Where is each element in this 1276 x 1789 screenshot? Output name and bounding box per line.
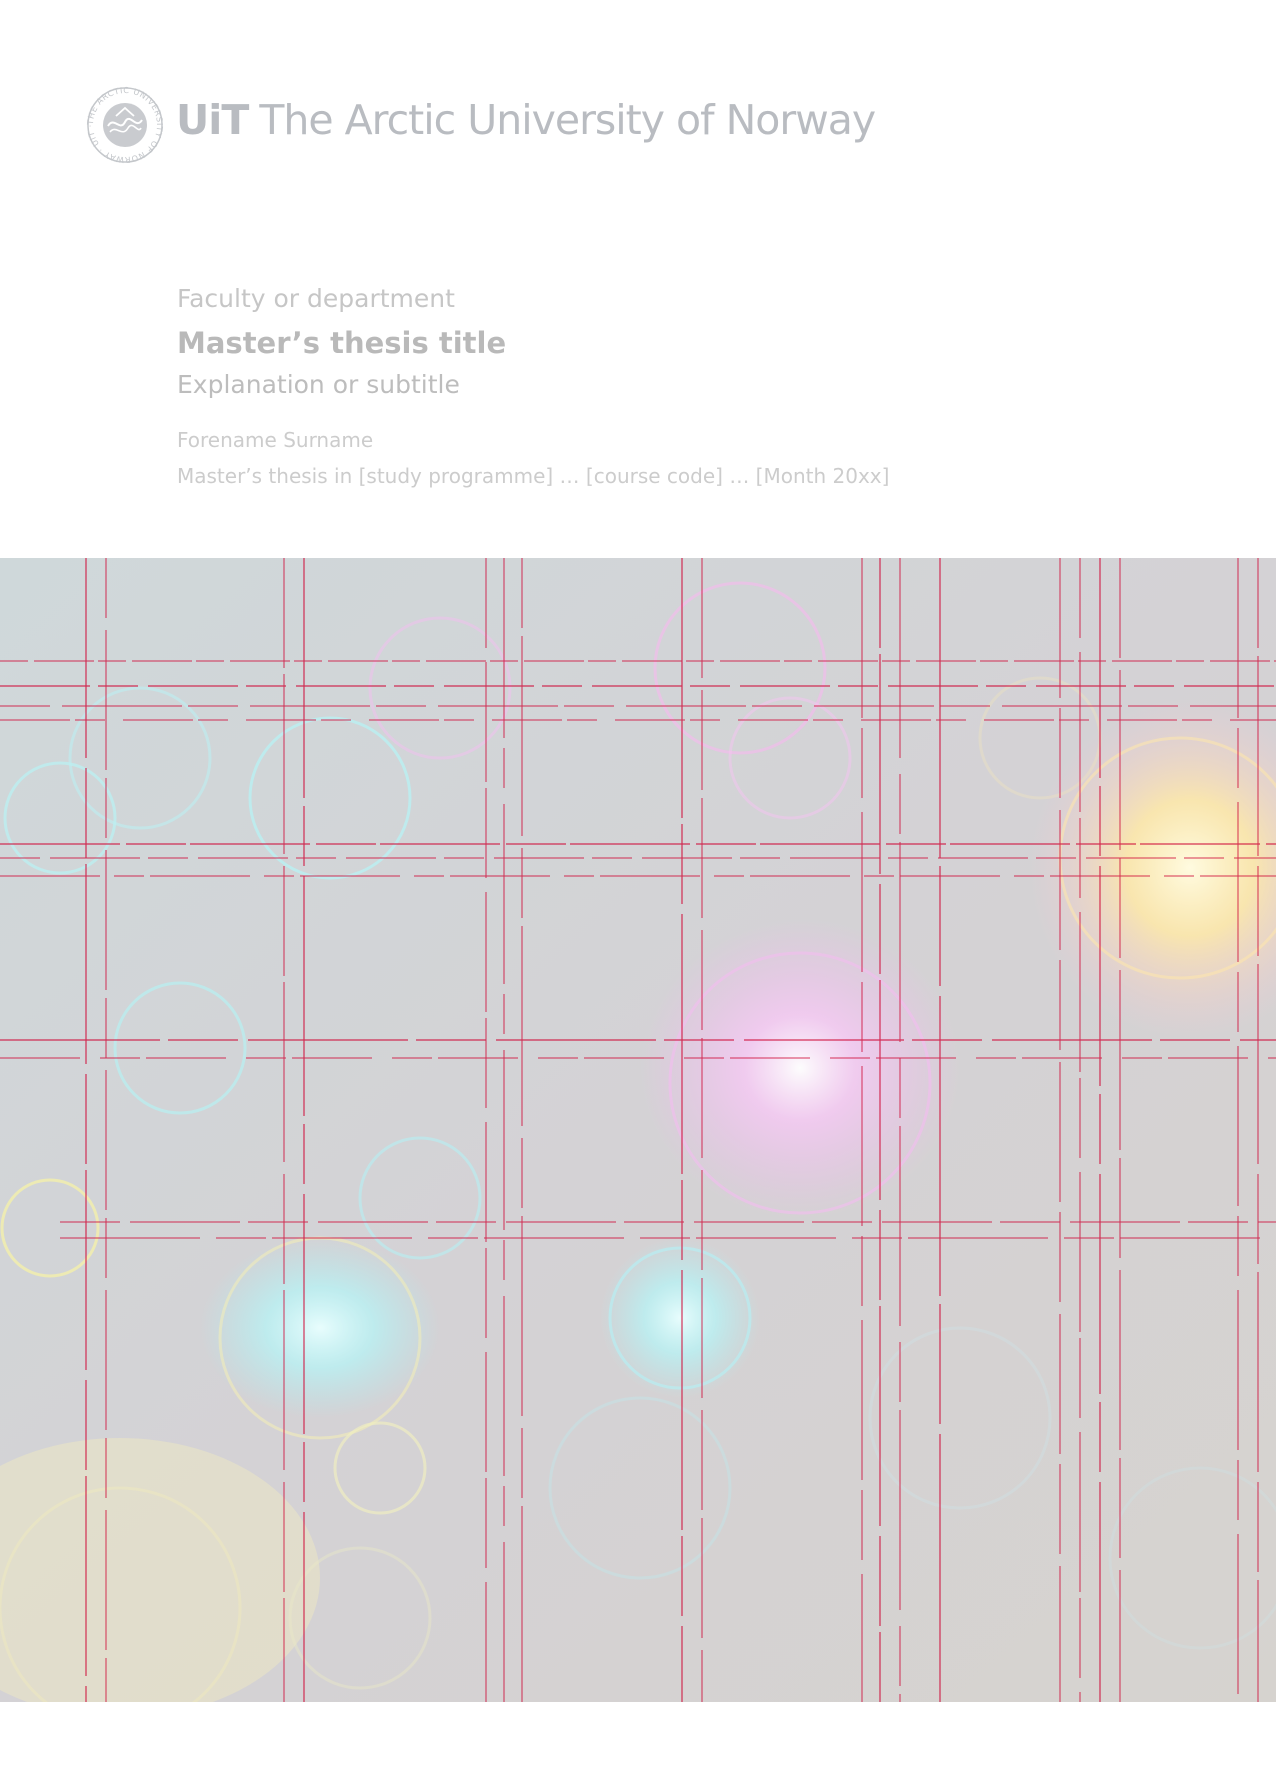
programme-line: Master’s thesis in [study programme] … [… — [177, 464, 890, 488]
university-wordmark: UiT The Arctic University of Norway — [176, 96, 876, 144]
cover-bokeh-image — [0, 558, 1276, 1702]
wordmark-uit: UiT — [176, 96, 249, 144]
cyan-glow-small — [600, 1238, 760, 1398]
thesis-cover-page: THE ARCTIC UNIVERSITY OF NORWAY · UiT · … — [0, 0, 1276, 1789]
uit-seal-logo: THE ARCTIC UNIVERSITY OF NORWAY · UiT · — [86, 86, 164, 164]
bokeh-illustration — [0, 558, 1276, 1702]
magenta-glow — [640, 918, 960, 1218]
thesis-title: Master’s thesis title — [177, 326, 507, 360]
wordmark-name: The Arctic University of Norway — [259, 96, 876, 144]
faculty-text: Faculty or department — [177, 284, 455, 313]
author-name: Forename Surname — [177, 428, 374, 452]
thesis-subtitle: Explanation or subtitle — [177, 370, 460, 399]
